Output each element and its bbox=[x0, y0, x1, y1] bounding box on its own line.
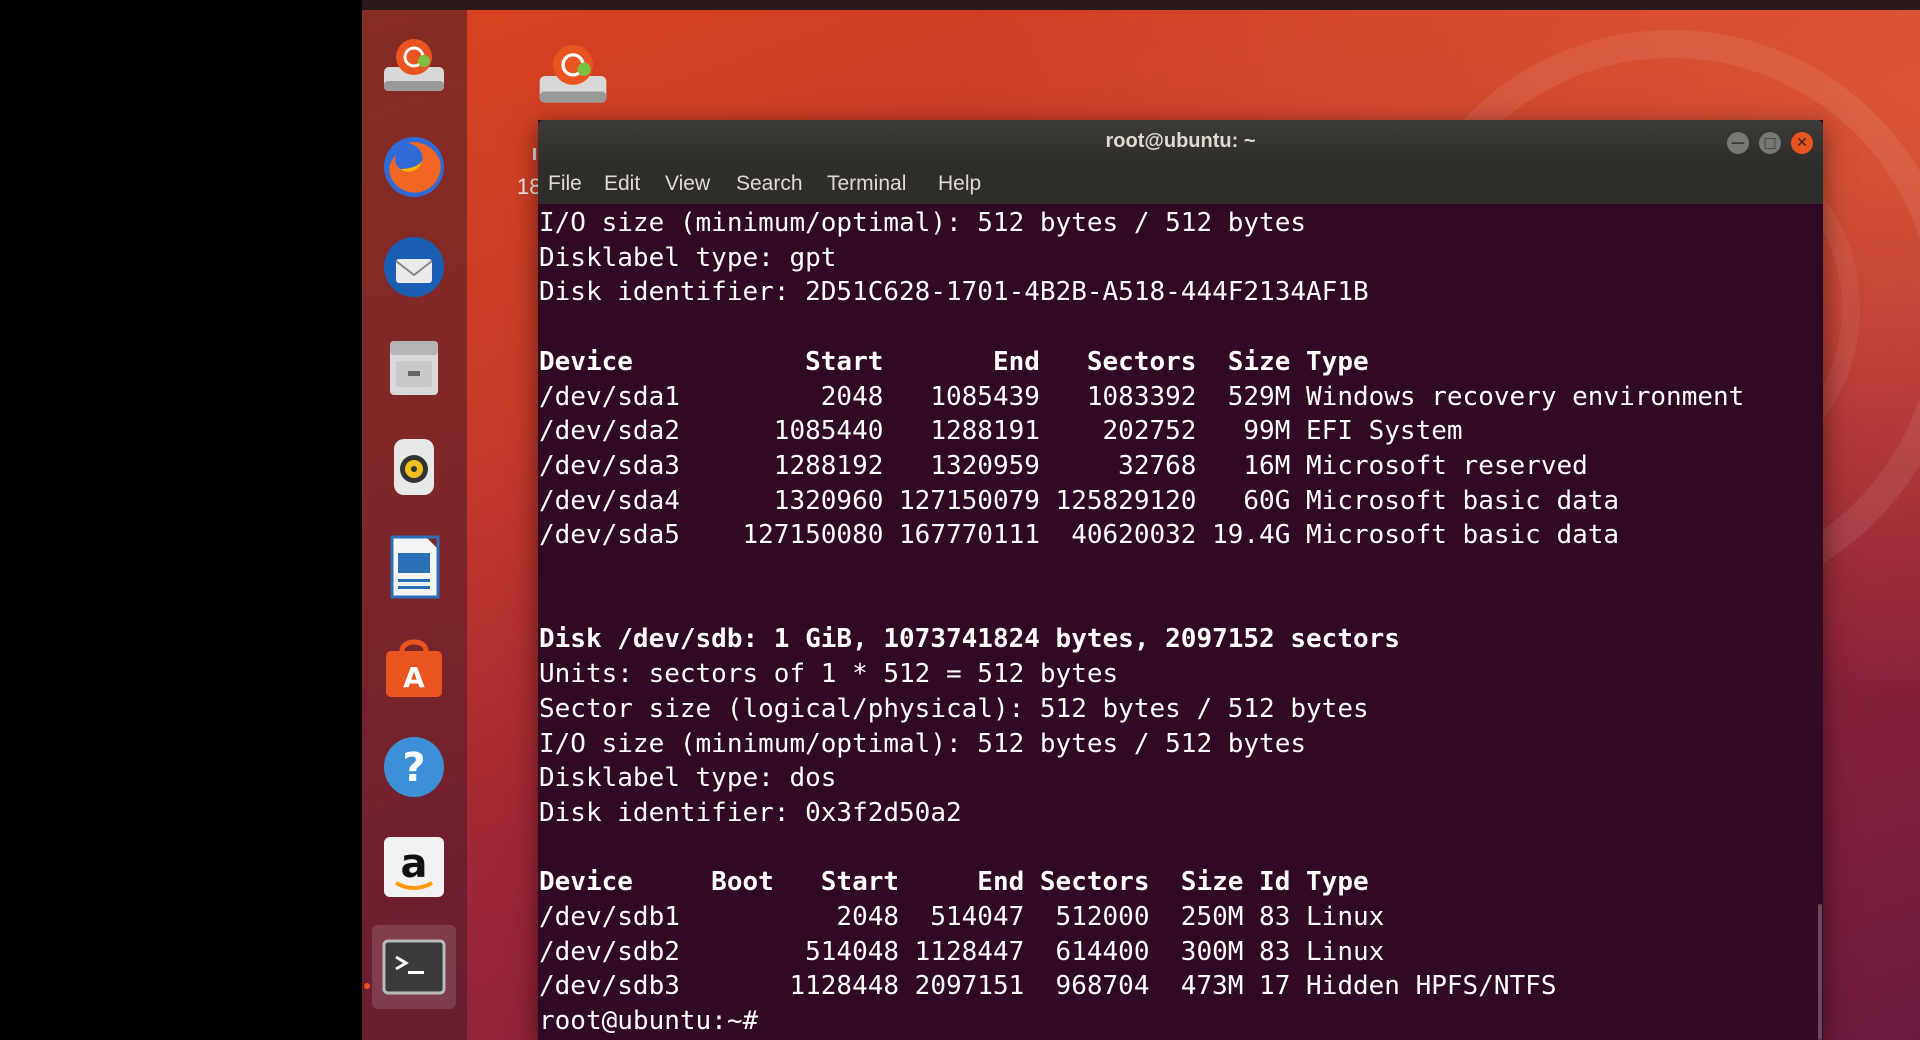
terminal-line: Device Start End Sectors Size Type bbox=[539, 346, 1369, 377]
svg-text:A: A bbox=[403, 661, 425, 694]
software-center-icon[interactable]: A bbox=[372, 625, 456, 709]
terminal-line: /dev/sda3 1288192 1320959 32768 16M Micr… bbox=[539, 450, 1588, 481]
scrollbar-thumb[interactable] bbox=[1818, 904, 1822, 1040]
window-titlebar[interactable]: root@ubuntu: ~ — □ ✕ bbox=[538, 120, 1823, 164]
menu-edit[interactable]: Edit bbox=[604, 172, 640, 196]
terminal-line: /dev/sdb3 1128448 2097151 968704 473M 17… bbox=[539, 971, 1557, 1002]
ubuntu-installer-icon[interactable] bbox=[372, 25, 456, 109]
firefox-icon[interactable] bbox=[372, 125, 456, 209]
terminal-line: Units: sectors of 1 * 512 = 512 bytes bbox=[539, 659, 1119, 690]
terminal-line: Disk identifier: 0x3f2d50a2 bbox=[539, 797, 962, 828]
desktop-label-fragment bbox=[533, 148, 536, 160]
svg-text:a: a bbox=[401, 841, 428, 887]
terminal-prompt[interactable]: root@ubuntu:~# bbox=[539, 1004, 758, 1039]
terminal-line: Sector size (logical/physical): 512 byte… bbox=[539, 693, 1369, 724]
minimize-icon: — bbox=[1731, 135, 1745, 151]
amazon-icon[interactable]: a bbox=[372, 825, 456, 909]
terminal-line: I/O size (minimum/optimal): 512 bytes / … bbox=[539, 728, 1307, 759]
terminal-line: Device Boot Start End Sectors Size Id Ty… bbox=[539, 867, 1369, 898]
terminal-line: /dev/sdb2 514048 1128447 614400 300M 83 … bbox=[539, 936, 1385, 967]
minimize-button[interactable]: — bbox=[1727, 132, 1749, 154]
menu-terminal[interactable]: Terminal bbox=[827, 172, 906, 196]
rhythmbox-icon[interactable] bbox=[372, 425, 456, 509]
terminal-line: /dev/sda1 2048 1085439 1083392 529M Wind… bbox=[539, 381, 1745, 412]
menu-help[interactable]: Help bbox=[938, 172, 981, 196]
menu-file[interactable]: File bbox=[548, 172, 582, 196]
launcher: A ? a bbox=[362, 10, 467, 1040]
close-button[interactable]: ✕ bbox=[1791, 132, 1813, 154]
menu-view[interactable]: View bbox=[665, 172, 710, 196]
terminal-line: /dev/sdb1 2048 514047 512000 250M 83 Lin… bbox=[539, 902, 1385, 932]
terminal-line: I/O size (minimum/optimal): 512 bytes / … bbox=[539, 208, 1307, 238]
terminal-line: Disk identifier: 2D51C628-1701-4B2B-A518… bbox=[539, 277, 1369, 308]
top-panel bbox=[362, 0, 1920, 10]
terminal-line: /dev/sda5 127150080 167770111 40620032 1… bbox=[539, 520, 1620, 551]
thunderbird-icon[interactable] bbox=[372, 225, 456, 309]
svg-text:?: ? bbox=[402, 745, 425, 791]
menu-search[interactable]: Search bbox=[736, 172, 803, 196]
terminal-line: /dev/sda2 1085440 1288191 202752 99M EFI… bbox=[539, 416, 1463, 447]
desktop-installer-icon[interactable] bbox=[533, 36, 613, 116]
active-indicator bbox=[364, 983, 370, 989]
terminal-output[interactable]: I/O size (minimum/optimal): 512 bytes / … bbox=[538, 204, 1823, 1040]
libreoffice-writer-icon[interactable] bbox=[372, 525, 456, 609]
window-title: root@ubuntu: ~ bbox=[1105, 130, 1256, 152]
files-icon[interactable] bbox=[372, 325, 456, 409]
help-icon[interactable]: ? bbox=[372, 725, 456, 809]
maximize-button[interactable]: □ bbox=[1759, 132, 1781, 154]
menu-bar: File Edit View Search Terminal Help bbox=[538, 164, 1823, 204]
terminal-line: /dev/sda4 1320960 127150079 125829120 60… bbox=[539, 485, 1620, 516]
terminal-scrollbar[interactable] bbox=[1815, 204, 1823, 1040]
maximize-icon: □ bbox=[1763, 135, 1777, 151]
terminal-line: Disklabel type: dos bbox=[539, 763, 837, 794]
terminal-icon[interactable] bbox=[372, 925, 456, 1009]
terminal-line: Disk /dev/sdb: 1 GiB, 1073741824 bytes, … bbox=[539, 624, 1400, 655]
terminal-window: root@ubuntu: ~ — □ ✕ File Edit View Sear… bbox=[538, 120, 1823, 1040]
terminal-line: Disklabel type: gpt bbox=[539, 242, 837, 273]
close-icon: ✕ bbox=[1796, 135, 1808, 151]
